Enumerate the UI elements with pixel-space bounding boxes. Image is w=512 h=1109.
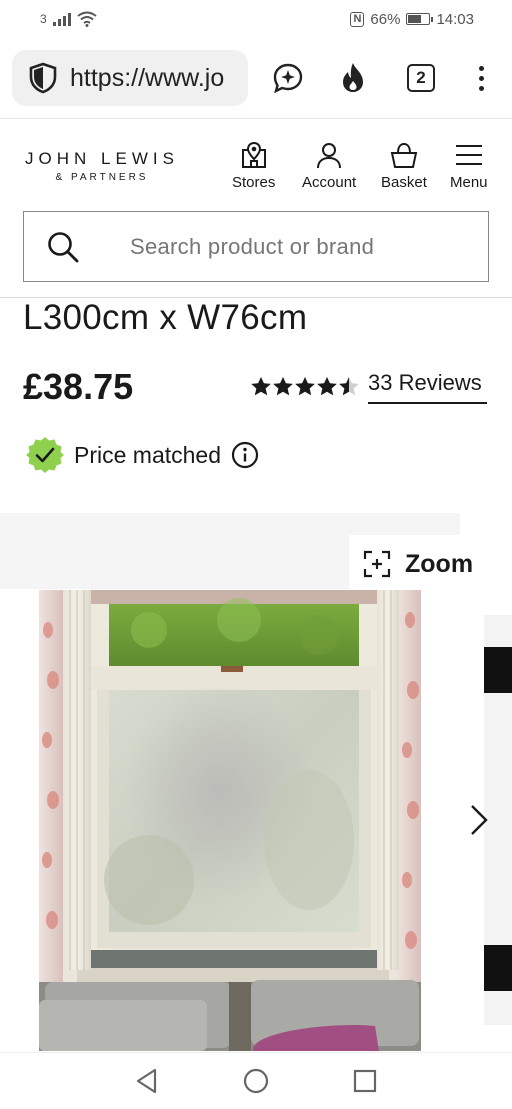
star-icon [251, 377, 271, 396]
reviews-link[interactable]: 33 Reviews [368, 370, 487, 404]
star-rating [250, 376, 360, 398]
product-title: L300cm x W76cm [23, 298, 308, 337]
system-nav-bar [0, 1052, 512, 1109]
status-bar: 3 N 66% 14:03 [0, 0, 512, 38]
wifi-icon [77, 11, 97, 27]
zoom-button[interactable]: Zoom [349, 535, 489, 593]
search-input[interactable]: Search product or brand [130, 234, 374, 260]
price-matched: Price matched [26, 436, 259, 474]
nav-menu[interactable]: Menu [450, 141, 488, 191]
status-right: N 66% 14:03 [350, 11, 474, 28]
nav-stores-label: Stores [232, 174, 276, 191]
star-icon [317, 377, 337, 396]
logo-main-text: JOHN LEWIS [25, 149, 179, 168]
clock: 14:03 [436, 10, 474, 28]
chevron-right-icon[interactable] [464, 800, 494, 840]
nav-account[interactable]: Account [302, 141, 356, 191]
battery-icon [406, 13, 434, 25]
nfc-icon: N [350, 11, 365, 27]
star-icon [339, 377, 359, 396]
zoom-icon [363, 550, 391, 578]
back-icon[interactable] [133, 1067, 161, 1095]
nav-account-label: Account [302, 174, 357, 191]
star-icon [273, 377, 293, 396]
more-menu-icon[interactable] [463, 60, 499, 96]
url-text[interactable]: https://www.jo [70, 64, 224, 93]
flame-icon[interactable] [335, 60, 371, 96]
nav-menu-label: Menu [450, 174, 488, 191]
hamburger-icon [455, 145, 482, 165]
shield-icon[interactable] [28, 62, 58, 94]
assistant-icon[interactable] [270, 60, 306, 96]
price-match-badge-icon [26, 437, 64, 473]
search-bar[interactable]: Search product or brand [23, 211, 489, 282]
nav-basket[interactable]: Basket [381, 141, 427, 191]
home-icon[interactable] [242, 1067, 270, 1095]
signal-icon [52, 12, 71, 26]
status-left: 3 [40, 11, 97, 27]
search-icon[interactable] [46, 230, 80, 264]
zoom-label: Zoom [405, 549, 474, 578]
battery-percent: 66% [370, 10, 401, 28]
browser-toolbar: https://www.jo 2 [0, 38, 512, 118]
tab-count[interactable]: 2 [407, 64, 435, 92]
john-lewis-logo[interactable]: JOHN LEWIS & PARTNERS [23, 149, 181, 183]
price-matched-label: Price matched [74, 441, 222, 468]
tabs-icon[interactable]: 2 [403, 60, 439, 96]
info-icon[interactable] [231, 441, 259, 469]
nav-basket-label: Basket [381, 174, 427, 191]
logo-sub-text: & PARTNERS [55, 172, 149, 183]
product-price: £38.75 [23, 366, 134, 407]
recents-icon[interactable] [351, 1067, 379, 1095]
product-rating[interactable]: 33 Reviews [250, 370, 487, 404]
sim-label: 3 [40, 12, 47, 26]
address-bar[interactable]: https://www.jo [12, 50, 248, 106]
nav-stores[interactable]: Stores [232, 141, 275, 191]
product-image[interactable] [39, 590, 421, 1051]
site-header: JOHN LEWIS & PARTNERS Stores Account Bas… [0, 118, 512, 204]
basket-icon [390, 142, 418, 168]
account-icon [317, 143, 342, 169]
star-icon [295, 377, 315, 396]
store-icon [241, 141, 266, 168]
